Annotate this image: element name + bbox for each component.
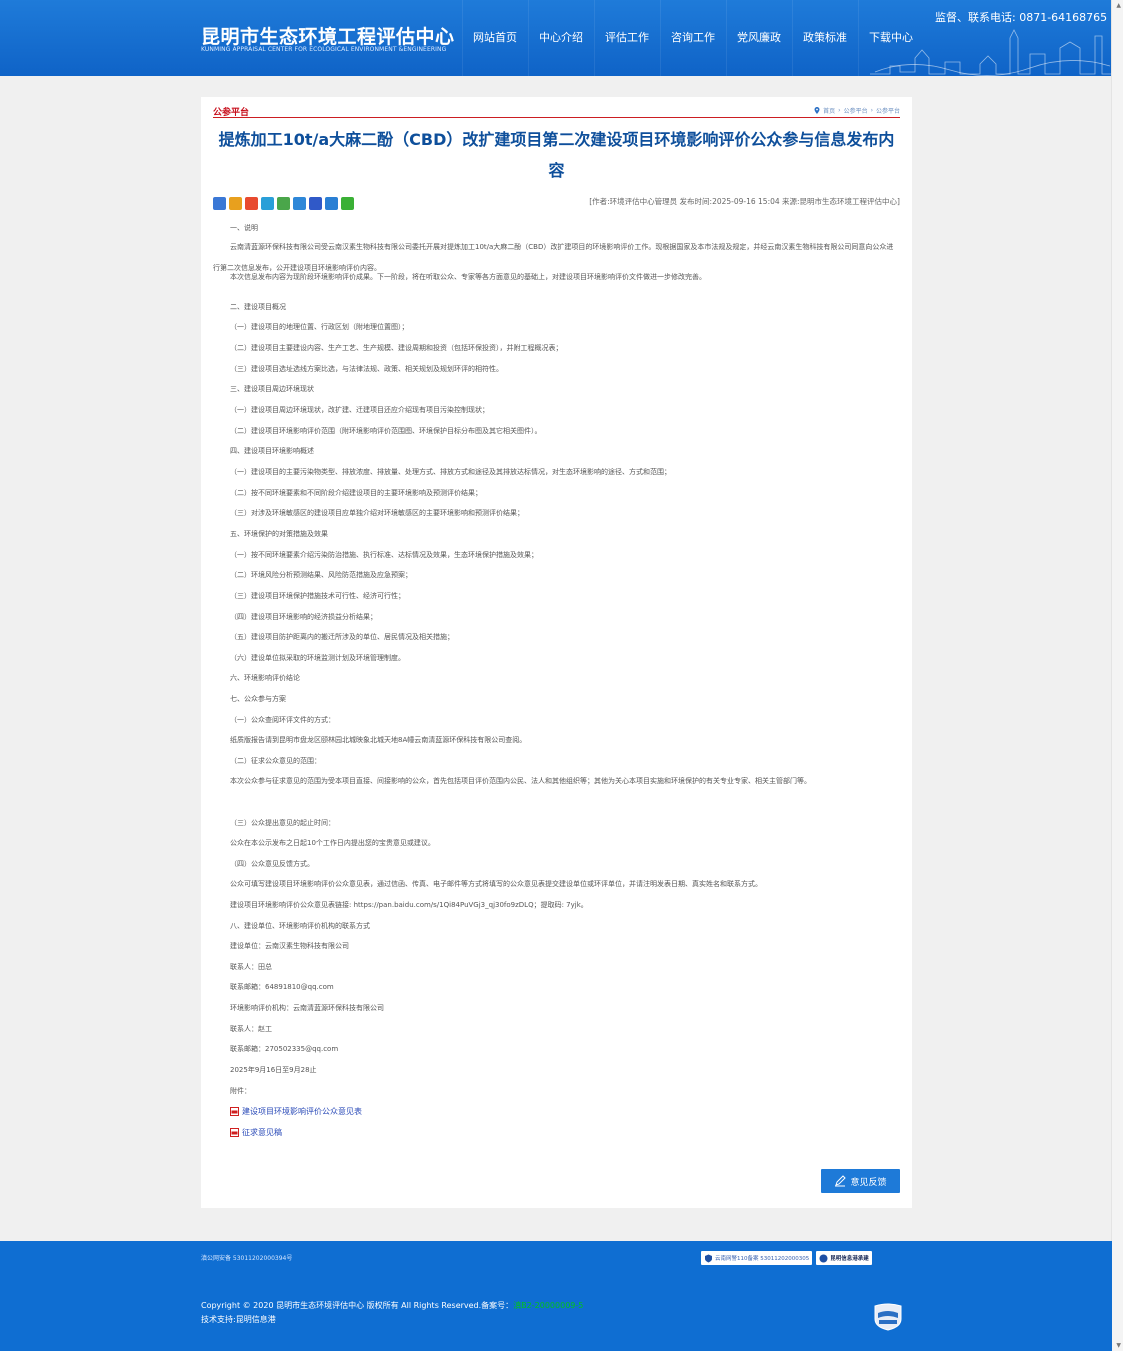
site-logo-title[interactable]: 昆明市生态环境工程评估中心 [201, 22, 455, 49]
tencent-weibo-icon[interactable] [261, 197, 274, 210]
article-paragraph: 公众在本公示发布之日起10个工作日内提出您的宝贵意见或建议。 [230, 839, 435, 847]
article-paragraph: 公众可填写建设项目环境影响评价公众意见表，通过信函、传真、电子邮件等方式将填写的… [230, 880, 762, 888]
hotline-text: 监督、联系电话: 0871-64168765 [935, 11, 1108, 24]
article-paragraph: （五）建设项目防护距离内的搬迁所涉及的单位、居民情况及相关措施； [230, 633, 454, 641]
breadcrumb-home[interactable]: 首页 [823, 106, 835, 115]
police-badge[interactable]: 云南网警110备案 53011202000305 [701, 1251, 813, 1265]
nav-consulting[interactable]: 咨询工作 [660, 0, 725, 76]
scroll-down-icon[interactable]: ▼ [1116, 1342, 1121, 1349]
wechat-icon[interactable] [341, 197, 354, 210]
article-paragraph: 本次公众参与征求意见的范围为受本项目直接、间接影响的公众，首先包括项目评价范围内… [230, 777, 811, 785]
article-paragraph: 本次信息发布内容为现阶段环境影响评价成果。下一阶段，将在听取公众、专家等各方面意… [230, 273, 706, 281]
pdf-file-icon [230, 1107, 239, 1116]
site-header: 昆明市生态环境工程评估中心 KUNMING APPRAISAL CENTER F… [0, 0, 1112, 76]
header-divider [213, 117, 900, 118]
attachment-label: 建设项目环境影响评价公众意见表 [242, 1107, 362, 1116]
builder-badge-label: 昆明信息港承建 [830, 1256, 869, 1262]
police-shield-icon [705, 1254, 712, 1262]
article-paragraph: 联系人：赵工 [230, 1025, 272, 1033]
pencil-icon [835, 1175, 847, 1187]
builder-logo-icon [819, 1254, 828, 1262]
article-paragraph: 三、建设项目周边环境现状 [230, 385, 314, 393]
government-site-badge-icon[interactable] [872, 1303, 904, 1331]
article-paragraph: （三）建设项目环境保护措施技术可行性、经济可行性； [230, 592, 405, 600]
article-paragraph: 建设项目环境影响评价公众意见表链接: https://pan.baidu.com… [230, 901, 588, 909]
tech-support-text: 技术支持:昆明信息港 [201, 1315, 276, 1324]
info-icon[interactable] [325, 197, 338, 210]
article-card: 公参平台 首页 › 公参平台 › 公参平台 提炼加工10t/a大麻二酚（CBD）… [201, 97, 912, 1208]
attachment-label: 征求意见稿 [242, 1128, 282, 1137]
article-paragraph: （二）建设项目主要建设内容、生产工艺、生产规模、建设周期和投资（包括环保投资），… [230, 344, 563, 352]
location-pin-icon [814, 107, 820, 114]
article-paragraph: （一）按不同环境要素介绍污染防治措施、执行标准、达标情况及效果，生态环境保护措施… [230, 551, 538, 559]
article-paragraph: （一）建设项目的主要污染物类型、排放浓度、排放量、处理方式、排放方式和途径及其排… [230, 468, 671, 476]
article-paragraph: 联系邮箱：270502335@qq.com [230, 1045, 339, 1053]
city-skyline-decoration [870, 29, 1112, 76]
nav-home[interactable]: 网站首页 [462, 0, 527, 76]
feedback-label: 意见反馈 [850, 1177, 887, 1188]
article-paragraph: 附件： [230, 1087, 251, 1095]
nav-party-integrity[interactable]: 党风廉政 [726, 0, 791, 76]
builder-badge[interactable]: 昆明信息港承建 [816, 1251, 872, 1265]
article-paragraph: （一）建设项目周边环境现状，改扩建、迁建项目还应介绍现有项目污染控制现状； [230, 406, 489, 414]
article-paragraph: 四、建设项目环境影响概述 [230, 447, 314, 455]
weibo-icon[interactable] [245, 197, 258, 210]
article-paragraph: 建设单位：云南汉素生物科技有限公司 [230, 942, 349, 950]
scroll-up-icon[interactable]: ▲ [1116, 2, 1121, 9]
feedback-button[interactable]: 意见反馈 [821, 1169, 900, 1193]
article-paragraph: 八、建设单位、环境影响评价机构的联系方式 [230, 922, 370, 930]
breadcrumb-separator: › [870, 107, 873, 114]
footer-badges: 云南网警110备案 53011202000305 昆明信息港承建 [701, 1251, 872, 1265]
icp-link[interactable]: 滇B2-20000009-5 [513, 1301, 583, 1310]
breadcrumb: 首页 › 公参平台 › 公参平台 [814, 106, 900, 115]
site-logo-subtitle: KUNMING APPRAISAL CENTER FOR ECOLOGICAL … [201, 46, 447, 53]
copyright-text: Copyright © 2020 昆明市生态环境评估中心 版权所有 All Ri… [201, 1301, 514, 1310]
article-paragraph: （二）按不同环境要素和不同阶段介绍建设项目的主要环境影响及预测评价结果； [230, 489, 482, 497]
article-paragraph: 五、环境保护的对策措施及效果 [230, 530, 328, 538]
article-paragraph: （六）建设单位拟采取的环境监测计划及环境管理制度。 [230, 654, 405, 662]
police-record-text[interactable]: 滇公网安备 53011202000394号 [201, 1253, 292, 1262]
article-paragraph: （一）公众查阅环评文件的方式： [230, 716, 335, 724]
article-paragraph: （一）建设项目的地理位置、行政区划（附地理位置图）； [230, 323, 409, 331]
pdf-file-icon [230, 1128, 239, 1137]
article-paragraph: 纸质版报告请到昆明市盘龙区颐林园北城映象北城天地8A幢云南清蓝源环保科技有限公司… [230, 736, 527, 744]
article-paragraph: （四）公众意见反馈方式。 [230, 860, 314, 868]
article-paragraph: 二、建设项目概况 [230, 303, 286, 311]
article-paragraph: 2025年9月16日至9月28止 [230, 1066, 317, 1074]
baidu-icon[interactable] [309, 197, 322, 210]
nav-about[interactable]: 中心介绍 [528, 0, 593, 76]
copyright-block: Copyright © 2020 昆明市生态环境评估中心 版权所有 All Ri… [201, 1299, 583, 1327]
qzone-icon[interactable] [229, 197, 242, 210]
article-paragraph: 一、说明 [230, 224, 258, 232]
attachment-link[interactable]: 征求意见稿 [230, 1127, 282, 1138]
article-paragraph: 联系邮箱：64891810@qq.com [230, 983, 334, 991]
breadcrumb-separator: › [838, 107, 841, 114]
article-paragraph: （二）环境风险分析预测结果、风险防范措施及应急预案； [230, 571, 412, 579]
nav-assessment[interactable]: 评估工作 [594, 0, 659, 76]
nav-policy[interactable]: 政策标准 [792, 0, 857, 76]
breadcrumb-section[interactable]: 公参平台 [844, 106, 868, 115]
article-paragraph: （二）建设项目环境影响评价范围（附环境影响评价范围图、环境保护目标分布图及其它相… [230, 427, 542, 435]
main-nav: 网站首页 中心介绍 评估工作 咨询工作 党风廉政 政策标准 下载中心 [462, 0, 924, 76]
article-paragraph: 环境影响评价机构：云南清蓝源环保科技有限公司 [230, 1004, 384, 1012]
article-paragraph: 七、公众参与方案 [230, 695, 286, 703]
article-paragraph: （四）建设项目环境影响的经济损益分析结果； [230, 613, 377, 621]
article-paragraph: （三）公众提出意见的起止时间： [230, 819, 335, 827]
article-title: 提炼加工10t/a大麻二酚（CBD）改扩建项目第二次建设项目环境影响评价公众参与… [218, 130, 895, 180]
article-paragraph: 联系人：田总 [230, 963, 272, 971]
police-badge-label: 云南网警110备案 53011202000305 [715, 1256, 810, 1262]
share-toolbar [213, 197, 354, 210]
breadcrumb-current[interactable]: 公参平台 [876, 106, 900, 115]
article-meta: [作者:环境评估中心管理员 发布时间:2025-09-16 15:04 来源:昆… [589, 197, 900, 206]
article-paragraph: （二）征求公众意见的范围： [230, 757, 321, 765]
site-footer: 滇公网安备 53011202000394号 云南网警110备案 53011202… [0, 1241, 1112, 1351]
attachment-link[interactable]: 建设项目环境影响评价公众意见表 [230, 1106, 362, 1117]
renren-icon[interactable] [293, 197, 306, 210]
article-paragraph: 六、环境影响评价结论 [230, 674, 300, 682]
share-plus-icon[interactable] [213, 197, 226, 210]
article-paragraph: （三）建设项目选址选线方案比选，与法律法规、政策、相关规划及规划环评的相符性。 [230, 365, 503, 373]
douban-icon[interactable] [277, 197, 290, 210]
vertical-scrollbar[interactable]: ▲ ▼ [1111, 0, 1123, 1351]
article-paragraph: （三）对涉及环境敏感区的建设项目应单独介绍对环境敏感区的主要环境影响和预测评价结… [230, 509, 524, 517]
